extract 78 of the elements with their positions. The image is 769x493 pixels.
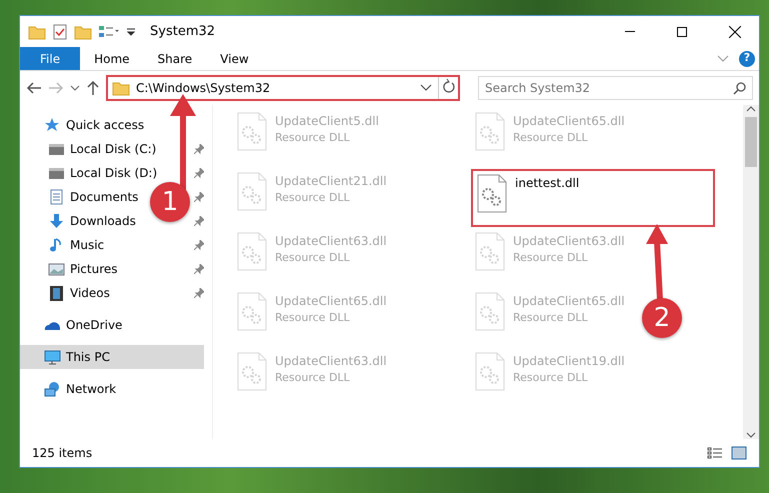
nav-item[interactable]: Downloads [20, 209, 144, 233]
search-field[interactable]: Search System32 [478, 76, 753, 100]
address-path: C:\Windows\System32 [136, 80, 272, 97]
film-icon [48, 285, 65, 301]
nav-item[interactable]: Network [20, 377, 204, 401]
ribbon-tab[interactable]: File [20, 47, 80, 70]
scroll-down-icon[interactable] [746, 431, 756, 439]
dropdown-caret-icon[interactable] [420, 84, 432, 92]
picture-icon [48, 261, 65, 277]
help-button[interactable]: ? [739, 50, 755, 66]
properties-icon[interactable] [98, 24, 120, 40]
ribbon-tab[interactable]: Share [144, 47, 206, 70]
file-name: UpdateClient63.dll [275, 233, 387, 250]
file-name: UpdateClient63.dll [513, 233, 625, 250]
checklist-icon[interactable] [52, 24, 68, 40]
file-type: Resource DLL [513, 370, 589, 386]
up-arrow-icon[interactable] [86, 80, 100, 96]
file-name: UpdateClient5.dll [275, 113, 379, 130]
folder-icon [112, 80, 130, 96]
scroll-thumb[interactable] [745, 117, 757, 167]
file-name: UpdateClient63.dll [275, 353, 387, 370]
file-type: Resource DLL [513, 130, 589, 146]
nav-item[interactable]: OneDrive [20, 313, 204, 337]
ribbon-tab[interactable]: Home [80, 47, 144, 70]
nav-item[interactable]: Quick access [20, 113, 204, 137]
down-arrow-icon [48, 213, 65, 229]
network-icon [44, 381, 61, 397]
file-type: Resource DLL [275, 190, 351, 206]
dll-file-icon [475, 352, 505, 392]
scroll-up-icon[interactable] [746, 105, 756, 113]
file-name: UpdateClient65.dll [513, 293, 625, 310]
thumbnail-view-icon[interactable] [731, 446, 747, 460]
address-bar[interactable]: C:\Windows\System32 [106, 75, 460, 101]
dll-file-icon [237, 232, 267, 272]
dropdown-icon[interactable] [126, 26, 136, 38]
nav-item[interactable]: Local Disk (C:) [20, 137, 164, 161]
dll-file-icon [237, 112, 267, 152]
recent-caret-icon[interactable] [70, 84, 80, 92]
monitor-icon [44, 349, 61, 365]
nav-item[interactable]: Videos [20, 281, 118, 305]
vertical-scrollbar[interactable] [743, 105, 759, 439]
ribbon-tab[interactable]: View [206, 47, 263, 70]
dll-file-icon [475, 232, 505, 272]
file-item[interactable]: inettest.dll [471, 169, 715, 227]
details-view-icon[interactable] [707, 446, 723, 460]
nav-item[interactable]: Documents [20, 185, 146, 209]
drive-icon [48, 165, 65, 181]
close-icon[interactable] [729, 26, 741, 38]
document-icon [48, 189, 65, 205]
dll-file-icon [237, 352, 267, 392]
window-title: System32 [150, 22, 216, 41]
file-name: inettest.dll [515, 175, 580, 192]
chevron-down-icon[interactable] [717, 54, 729, 62]
dll-file-icon [237, 172, 267, 212]
back-arrow-icon[interactable] [26, 81, 42, 95]
dll-file-icon [477, 174, 507, 214]
nav-item[interactable]: This PC [20, 345, 204, 369]
search-icon [733, 81, 747, 95]
file-type: Resource DLL [275, 310, 351, 326]
dll-file-icon [237, 292, 267, 332]
file-name: UpdateClient21.dll [275, 173, 387, 190]
file-type: Resource DLL [275, 370, 351, 386]
star-icon [44, 117, 61, 133]
dll-file-icon [475, 112, 505, 152]
file-name: UpdateClient65.dll [275, 293, 387, 310]
item-count: 125 items [32, 445, 92, 462]
file-type: Resource DLL [513, 310, 589, 326]
file-type: Resource DLL [513, 250, 589, 266]
dll-file-icon [475, 292, 505, 332]
file-name: UpdateClient19.dll [513, 353, 625, 370]
maximize-icon[interactable] [677, 26, 687, 36]
file-name: UpdateClient65.dll [513, 113, 625, 130]
drive-icon [48, 141, 65, 157]
nav-item[interactable]: Local Disk (D:) [20, 161, 166, 185]
file-type: Resource DLL [275, 130, 351, 146]
file-type: Resource DLL [275, 250, 351, 266]
nav-item[interactable]: Music [20, 233, 112, 257]
nav-item[interactable]: Pictures [20, 257, 126, 281]
